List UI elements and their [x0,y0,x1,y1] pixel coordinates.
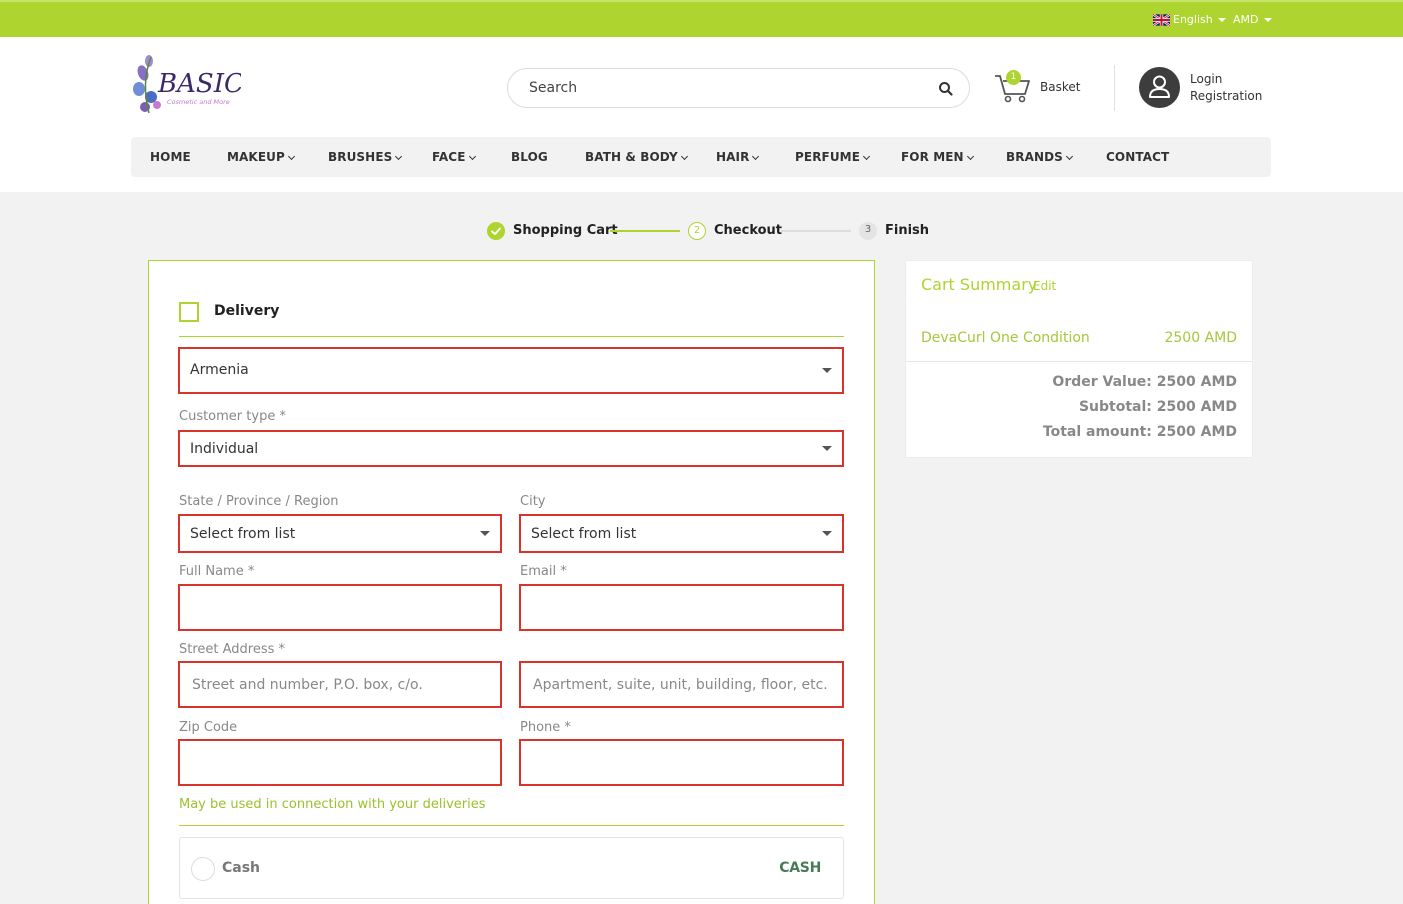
city-select[interactable]: Select from list [519,514,844,553]
zip-code-input[interactable] [178,739,502,786]
top-bar: English AMD [0,0,1403,37]
site-logo[interactable]: BASIC Cosmetic and More [131,53,244,118]
delivery-note: May be used in connection with your deli… [179,797,486,812]
state-label: State / Province / Region [179,494,339,509]
caret-down-icon [822,446,832,451]
caret-down-icon [822,368,832,373]
payment-label: Cash [222,860,261,876]
nav-item-bath-body[interactable]: BATH & BODY [585,150,688,164]
nav-item-home[interactable]: HOME [150,150,191,164]
cart-count-badge: 1 [1006,70,1021,85]
chevron-down-icon [287,152,295,161]
step-finish: Finish [885,223,930,238]
customer-type-value: Individual [190,441,259,457]
city-label: City [520,494,546,509]
basket-link[interactable]: 1 Basket [994,70,1084,106]
nav-item-blog[interactable]: BLOG [511,150,548,164]
phone-input[interactable] [519,739,844,786]
total-amount: Total amount: 2500 AMD [1042,424,1237,440]
zip-label: Zip Code [179,720,238,735]
header-divider [1114,65,1115,111]
search-bar[interactable]: Search [507,68,970,108]
caret-down-icon [480,531,490,536]
phone-label: Phone * [520,720,571,735]
language-label: English [1173,13,1213,26]
checkout-steps: Shopping Cart 2 Checkout 3 Finish [0,222,1403,242]
step-pending-line [781,230,851,232]
divider [906,361,1252,362]
edit-cart-link[interactable]: Edit [1033,279,1056,293]
cash-logo: CASH [779,860,821,876]
uk-flag-icon [1152,12,1171,27]
city-value: Select from list [531,526,637,542]
customer-type-select[interactable]: Individual [178,430,844,467]
payment-radio[interactable] [191,857,215,881]
svg-text:BASIC: BASIC [157,69,241,99]
chevron-down-icon [468,152,476,161]
nav-item-makeup[interactable]: MAKEUP [227,150,295,164]
caret-down-icon [1263,17,1272,22]
chevron-down-icon [1065,152,1073,161]
chevron-down-icon [966,152,974,161]
street-address-input[interactable]: Street and number, P.O. box, c/o. [178,661,502,708]
full-name-input[interactable] [178,584,502,631]
customer-type-label: Customer type * [179,409,286,424]
email-input[interactable] [519,584,844,631]
apartment-placeholder: Apartment, suite, unit, building, floor,… [533,677,828,693]
currency-selector[interactable]: AMD [1233,13,1272,26]
flower-icon [133,55,161,114]
order-value: Order Value: 2500 AMD [1052,374,1237,390]
language-selector[interactable]: English [1152,12,1226,27]
chevron-down-icon [752,152,760,161]
currency-label: AMD [1233,13,1259,26]
step-shopping-cart[interactable]: Shopping Cart [513,223,618,238]
main-nav: HOME MAKEUP BRUSHES FACE BLOG BATH & BOD… [131,137,1271,177]
svg-text:Cosmetic and More: Cosmetic and More [167,98,230,106]
street-label: Street Address * [179,642,286,657]
caret-down-icon [822,531,832,536]
country-select[interactable]: Armenia [178,347,844,394]
cart-summary-title: Cart Summary [921,275,1038,294]
divider [179,336,844,337]
checkout-form: Delivery Armenia Customer type * Individ… [148,260,875,904]
nav-item-face[interactable]: FACE [432,150,476,164]
email-label: Email * [520,564,567,579]
state-value: Select from list [190,526,296,542]
registration-link[interactable]: Registration [1190,89,1262,103]
country-value: Armenia [190,362,249,378]
step-checkout: Checkout [714,223,783,238]
search-input[interactable]: Search [529,80,577,96]
divider [179,825,844,826]
search-icon[interactable] [937,80,955,98]
street-placeholder: Street and number, P.O. box, c/o. [192,677,423,693]
chevron-down-icon [395,152,403,161]
full-name-label: Full Name * [179,564,255,579]
chevron-down-icon [680,152,688,161]
nav-item-for-men[interactable]: FOR MEN [901,150,974,164]
delivery-checkbox[interactable] [179,302,199,322]
nav-item-perfume[interactable]: PERFUME [795,150,871,164]
cart-item-name[interactable]: DevaCurl One Condition [921,330,1090,346]
user-avatar-icon[interactable] [1139,67,1180,108]
login-link[interactable]: Login [1190,72,1222,86]
cart-item-price: 2500 AMD [1164,330,1237,346]
payment-option-cash[interactable]: Cash CASH [179,837,844,899]
chevron-down-icon [862,152,871,161]
cart-summary: Cart Summary Edit DevaCurl One Condition… [905,260,1253,458]
site-header: BASIC Cosmetic and More Search 1 Basket [0,37,1403,192]
step-number-2: 2 [688,222,706,240]
step-progress-line [610,230,680,232]
caret-down-icon [1217,17,1226,22]
delivery-label: Delivery [214,303,280,319]
basket-label: Basket [1040,80,1081,94]
apartment-input[interactable]: Apartment, suite, unit, building, floor,… [519,661,844,708]
nav-item-contact[interactable]: CONTACT [1106,150,1169,164]
check-icon [487,222,505,240]
subtotal: Subtotal: 2500 AMD [1078,399,1237,415]
nav-item-brushes[interactable]: BRUSHES [328,150,403,164]
nav-item-hair[interactable]: HAIR [716,150,760,164]
step-number-3: 3 [859,222,877,240]
nav-item-brands[interactable]: BRANDS [1006,150,1073,164]
state-select[interactable]: Select from list [178,514,502,553]
